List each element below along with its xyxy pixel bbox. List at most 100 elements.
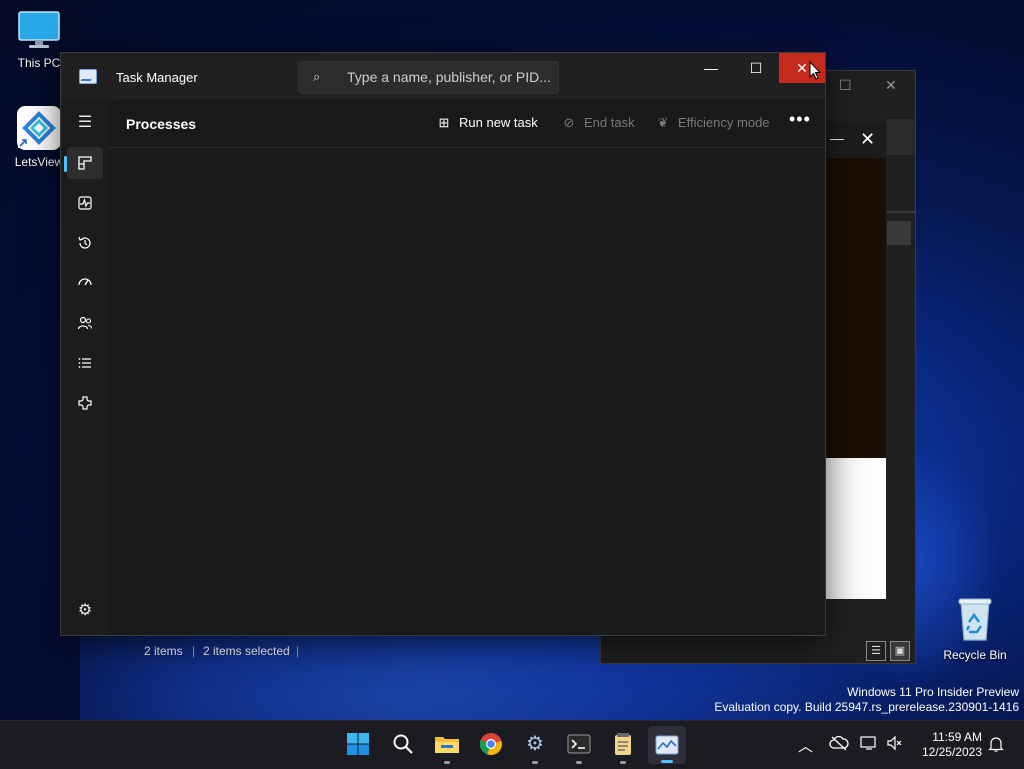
taskbar-search-button[interactable] <box>390 731 416 757</box>
show-hidden-icons-chevron-icon[interactable]: ︿ <box>798 735 813 756</box>
efficiency-mode-label: Efficiency mode <box>678 115 770 130</box>
tiles-view-icon[interactable]: ▣ <box>890 641 910 661</box>
run-new-task-button[interactable]: ⊞ Run new task <box>435 115 538 131</box>
clock-time: 11:59 AM <box>932 730 982 744</box>
monitor-icon <box>18 11 60 48</box>
terminal-icon <box>567 734 591 754</box>
performance-icon <box>78 196 92 210</box>
start-button[interactable] <box>345 731 371 757</box>
search-input[interactable] <box>345 68 554 86</box>
prohibited-icon: ⊘ <box>563 115 575 130</box>
bg-search-box[interactable] <box>887 119 915 155</box>
taskbar-task-manager[interactable] <box>648 726 686 764</box>
settings-icon: ⚙ <box>526 733 544 755</box>
taskbar-chrome[interactable] <box>478 731 504 757</box>
file-explorer-icon <box>435 737 459 753</box>
desktop-icon-label: This PC <box>17 56 61 70</box>
details-view-icon[interactable]: ☰ <box>866 641 886 661</box>
notepad-icon <box>615 733 631 755</box>
mouse-cursor-icon <box>809 61 821 80</box>
network-icon[interactable] <box>860 735 878 755</box>
windows-watermark: Windows 11 Pro Insider Preview Evaluatio… <box>714 685 1019 715</box>
gear-icon: ⚙ <box>77 602 93 619</box>
item-count: 2 items <box>144 644 183 658</box>
titlebar[interactable]: Task Manager ⌕ — ☐ ✕ <box>61 53 825 99</box>
nav-services[interactable] <box>67 387 103 419</box>
desktop-icon-letsview[interactable]: LetsView <box>12 104 66 169</box>
search-icon: ⌕ <box>313 69 321 84</box>
page-title: Processes <box>126 116 197 132</box>
dark-window-titlebar: — ✕ <box>824 122 886 158</box>
watermark-line-1: Windows 11 Pro Insider Preview <box>847 685 1019 699</box>
minimize-icon[interactable]: — <box>830 130 844 146</box>
details-list-icon <box>78 357 91 368</box>
processes-icon <box>78 156 92 170</box>
processes-panel: Processes ⊞ Run new task ⊘ End task ❦ Effic… <box>109 99 825 635</box>
running-indicator <box>576 761 582 764</box>
users-icon <box>77 316 93 329</box>
running-indicator <box>620 761 626 764</box>
nav-startup-apps[interactable] <box>67 267 103 299</box>
taskbar-settings[interactable]: ⚙ <box>522 731 548 764</box>
hamburger-icon[interactable]: ☰ <box>67 107 103 139</box>
history-icon <box>78 236 91 249</box>
monitor-network-icon <box>860 736 876 750</box>
selected-count: 2 items selected <box>203 644 290 658</box>
toolbar: Processes ⊞ Run new task ⊘ End task ❦ Effic… <box>109 99 825 148</box>
white-panel <box>824 458 886 599</box>
running-indicator <box>532 761 538 764</box>
nav-users[interactable] <box>67 307 103 339</box>
bg-maximize-icon[interactable]: ☐ <box>839 77 852 94</box>
bg-close-icon[interactable]: ✕ <box>885 77 897 94</box>
start-icon <box>347 733 369 755</box>
services-icon <box>78 396 92 410</box>
desktop-icon-label: Recycle Bin <box>943 648 1007 662</box>
onedrive-icon[interactable] <box>829 735 849 755</box>
end-task-label: End task <box>584 115 635 130</box>
nav-app-history[interactable] <box>67 227 103 259</box>
leaf-icon: ❦ <box>657 115 669 130</box>
close-icon[interactable]: ✕ <box>860 129 875 150</box>
recycle-bin-icon <box>958 598 992 641</box>
task-manager-icon <box>655 735 679 755</box>
running-indicator <box>444 761 450 764</box>
nav-performance[interactable] <box>67 187 103 219</box>
taskbar-terminal[interactable] <box>566 731 592 764</box>
maximize-button[interactable]: ☐ <box>733 53 779 83</box>
bell-icon <box>988 737 1004 752</box>
taskbar-notepad[interactable] <box>610 731 636 764</box>
end-task-button[interactable]: ⊘ End task <box>560 115 635 131</box>
speaker-muted-icon <box>887 735 902 751</box>
nav-processes[interactable] <box>64 147 103 179</box>
taskbar: ⚙ ︿ 11:59 AM 12/25/2023 <box>0 720 1024 769</box>
desktop-icon-recycle-bin[interactable]: Recycle Bin <box>940 596 1010 662</box>
watermark-line-2: Evaluation copy. Build 25947.rs_prerelea… <box>714 700 1019 714</box>
startup-icon <box>78 278 92 286</box>
clock-date: 12/25/2023 <box>921 745 982 759</box>
nav-details[interactable] <box>67 347 103 379</box>
volume-muted-icon[interactable] <box>886 735 904 755</box>
bg-selected-row[interactable] <box>887 221 911 245</box>
desktop-icon-this-pc[interactable]: This PC <box>12 10 66 70</box>
run-task-icon: ⊞ <box>438 115 450 130</box>
status-separator: | <box>296 644 300 658</box>
desktop-icon-label: LetsView <box>14 155 64 169</box>
task-manager-window[interactable]: Task Manager ⌕ — ☐ ✕ ☰ <box>60 52 826 636</box>
taskbar-file-explorer[interactable] <box>434 731 460 764</box>
status-bar: 2 items | 2 items selected | <box>130 640 914 662</box>
system-clock[interactable]: 11:59 AM 12/25/2023 <box>912 730 982 760</box>
chrome-icon <box>479 733 502 756</box>
more-options-button[interactable]: ••• <box>789 109 811 130</box>
letsview-icon <box>17 106 61 150</box>
minimize-button[interactable]: — <box>688 53 734 83</box>
cloud-icon <box>829 735 849 751</box>
navigation-sidebar: ☰ ⚙ <box>61 99 109 635</box>
nav-settings[interactable]: ⚙ <box>67 595 103 627</box>
status-separator: | <box>192 644 196 658</box>
background-dark-window[interactable]: — ✕ <box>824 122 886 599</box>
efficiency-mode-button[interactable]: ❦ Efficiency mode <box>654 115 770 131</box>
run-new-task-label: Run new task <box>459 115 538 130</box>
window-title: Task Manager <box>116 70 198 85</box>
notification-bell-icon[interactable] <box>988 735 1004 757</box>
search-box[interactable]: ⌕ <box>298 61 559 94</box>
